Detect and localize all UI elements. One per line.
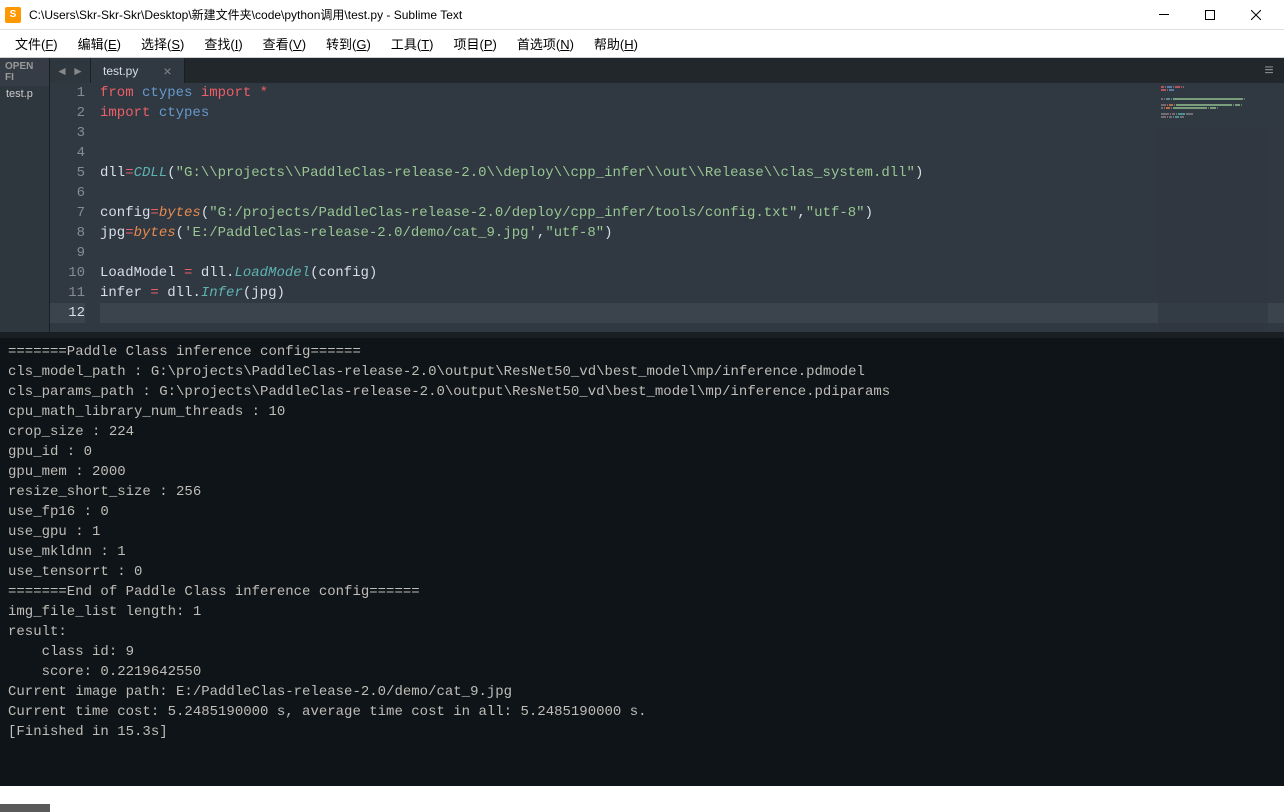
line-number: 9	[50, 243, 85, 263]
code-line[interactable]: dll=CDLL("G:\\projects\\PaddleClas-relea…	[100, 163, 1284, 183]
tab-close-icon[interactable]: ×	[163, 63, 171, 79]
status-indicator	[0, 804, 50, 812]
window-titlebar: S C:\Users\Skr-Skr-Skr\Desktop\新建文件夹\cod…	[0, 0, 1284, 30]
line-number: 6	[50, 183, 85, 203]
menu-item[interactable]: 查找(I)	[194, 30, 252, 57]
code-content[interactable]: from ctypes import *import ctypes dll=CDL…	[100, 83, 1284, 332]
code-editor[interactable]: 123456789101112 from ctypes import *impo…	[50, 83, 1284, 332]
menu-item[interactable]: 选择(S)	[131, 30, 194, 57]
code-line[interactable]	[100, 183, 1284, 203]
line-number: 3	[50, 123, 85, 143]
minimize-button[interactable]	[1141, 0, 1187, 30]
code-line[interactable]: jpg=bytes('E:/PaddleClas-release-2.0/dem…	[100, 223, 1284, 243]
maximize-icon	[1205, 10, 1215, 20]
sidebar[interactable]: OPEN FI test.p	[0, 58, 50, 332]
menu-item[interactable]: 工具(T)	[381, 30, 444, 57]
code-line[interactable]	[100, 143, 1284, 163]
close-icon	[1251, 10, 1261, 20]
code-line[interactable]: config=bytes("G:/projects/PaddleClas-rel…	[100, 203, 1284, 223]
minimize-icon	[1159, 14, 1169, 15]
tab-menu-icon[interactable]: ≡	[1254, 58, 1284, 83]
code-line[interactable]	[100, 243, 1284, 263]
code-line[interactable]: import ctypes	[100, 103, 1284, 123]
file-tab[interactable]: test.py ×	[91, 58, 185, 83]
maximize-button[interactable]	[1187, 0, 1233, 30]
line-number: 12	[50, 303, 85, 323]
line-number: 11	[50, 283, 85, 303]
menu-item[interactable]: 转到(G)	[316, 30, 381, 57]
window-title: C:\Users\Skr-Skr-Skr\Desktop\新建文件夹\code\…	[29, 6, 1141, 23]
close-button[interactable]	[1233, 0, 1279, 30]
editor-main: ◄ ► test.py × ≡ 123456789101112 from cty…	[50, 58, 1284, 332]
line-number: 2	[50, 103, 85, 123]
code-line[interactable]: LoadModel = dll.LoadModel(config)	[100, 263, 1284, 283]
line-number: 7	[50, 203, 85, 223]
build-output-panel[interactable]: =======Paddle Class inference config====…	[0, 338, 1284, 786]
editor-area: OPEN FI test.p ◄ ► test.py × ≡ 123456789…	[0, 58, 1284, 332]
line-number: 10	[50, 263, 85, 283]
menu-item[interactable]: 帮助(H)	[584, 30, 648, 57]
tab-label: test.py	[103, 64, 138, 78]
menu-item[interactable]: 文件(F)	[5, 30, 68, 57]
tab-bar: ◄ ► test.py × ≡	[50, 58, 1284, 83]
sidebar-file[interactable]: test.p	[0, 86, 49, 102]
line-number-gutter: 123456789101112	[50, 83, 100, 332]
menu-item[interactable]: 查看(V)	[253, 30, 316, 57]
code-line[interactable]	[100, 123, 1284, 143]
line-number: 1	[50, 83, 85, 103]
line-number: 8	[50, 223, 85, 243]
tab-nav-forward-icon[interactable]: ►	[70, 63, 86, 79]
window-controls	[1141, 0, 1279, 30]
menu-bar: 文件(F)编辑(E)选择(S)查找(I)查看(V)转到(G)工具(T)项目(P)…	[0, 30, 1284, 58]
code-line[interactable]: infer = dll.Infer(jpg)	[100, 283, 1284, 303]
app-icon: S	[5, 7, 21, 23]
tab-nav-arrows: ◄ ►	[50, 58, 91, 83]
line-number: 4	[50, 143, 85, 163]
line-number: 5	[50, 163, 85, 183]
minimap[interactable]	[1158, 83, 1268, 332]
menu-item[interactable]: 编辑(E)	[68, 30, 131, 57]
code-line[interactable]: from ctypes import *	[100, 83, 1284, 103]
tab-nav-back-icon[interactable]: ◄	[54, 63, 70, 79]
menu-item[interactable]: 项目(P)	[443, 30, 506, 57]
menu-item[interactable]: 首选项(N)	[507, 30, 584, 57]
code-line[interactable]	[100, 303, 1284, 323]
sidebar-header: OPEN FI	[0, 58, 49, 86]
